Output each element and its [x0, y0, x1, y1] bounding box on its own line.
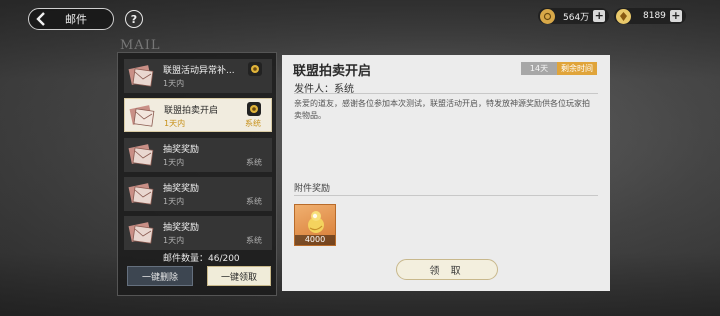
add-gem-button[interactable]: +: [669, 10, 682, 22]
gem-value: 8189: [643, 11, 666, 21]
chevron-left-icon: [29, 9, 53, 29]
coin-icon: [540, 8, 555, 24]
envelope-icon: [127, 141, 155, 169]
mail-count: 邮件数量：46/200: [163, 254, 240, 264]
mail-time: 1天内: [163, 236, 185, 245]
mail-watermark: MAIL: [120, 38, 161, 53]
mail-title: 联盟拍卖开启: [164, 106, 219, 116]
envelope-icon: [127, 180, 155, 208]
gem-resource: 8189 +: [614, 8, 686, 24]
mail-item-1[interactable]: 联盟拍卖开启 1天内 系统: [124, 98, 272, 132]
attachment-badge-icon: [248, 62, 262, 76]
help-button[interactable]: ?: [125, 10, 143, 28]
mail-sender: 系统: [246, 197, 262, 206]
mail-title: 抽奖奖励: [163, 184, 200, 194]
page-title: 邮件: [65, 13, 87, 26]
mail-title: 抽奖奖励: [163, 145, 200, 155]
envelope-icon: [128, 102, 156, 130]
mail-time: 1天内: [163, 158, 185, 167]
envelope-icon: [127, 219, 155, 247]
remaining-time-badge: 剩余时间: [557, 62, 597, 75]
coin-resource: 564万 +: [538, 8, 610, 24]
coin-value: 564万: [563, 12, 590, 23]
add-coin-button[interactable]: +: [593, 10, 606, 22]
mail-item-2[interactable]: 抽奖奖励 1天内 系统: [124, 138, 272, 172]
receive-button[interactable]: 领 取: [396, 259, 498, 280]
reward-item[interactable]: 4000: [294, 204, 336, 246]
mail-sender: 系统: [246, 236, 262, 245]
gem-icon: [616, 8, 631, 24]
mail-item-3[interactable]: 抽奖奖励 1天内 系统: [124, 177, 272, 211]
mail-detail-title: 联盟拍卖开启: [293, 64, 372, 79]
mail-item-0[interactable]: 联盟活动异常补... 1天内: [124, 59, 272, 93]
mail-sender: 系统: [246, 158, 262, 167]
mail-time: 1天内: [163, 197, 185, 206]
attachment-badge-icon: [247, 102, 261, 116]
claim-all-button[interactable]: 一键领取: [207, 266, 271, 286]
expiry-days-badge: 14天: [521, 62, 557, 75]
attachment-label: 附件奖励: [294, 184, 331, 194]
mail-item-4[interactable]: 抽奖奖励 1天内 系统: [124, 216, 272, 250]
back-button[interactable]: 邮件: [28, 8, 114, 30]
mail-title: 联盟活动异常补...: [163, 66, 235, 76]
envelope-icon: [127, 62, 155, 90]
delete-all-button[interactable]: 一键删除: [127, 266, 193, 286]
divider: [294, 93, 598, 94]
mail-title: 抽奖奖励: [163, 223, 200, 233]
mail-detail-body: 亲爱的道友，感谢各位参加本次测试，联盟活动开启，特发放神源奖励供各位玩家拍卖物品…: [294, 99, 590, 120]
reward-amount: 4000: [295, 235, 335, 245]
mail-sender: 系统: [245, 119, 261, 128]
divider: [294, 195, 598, 196]
mail-time: 1天内: [163, 79, 185, 88]
mail-time: 1天内: [164, 119, 186, 128]
